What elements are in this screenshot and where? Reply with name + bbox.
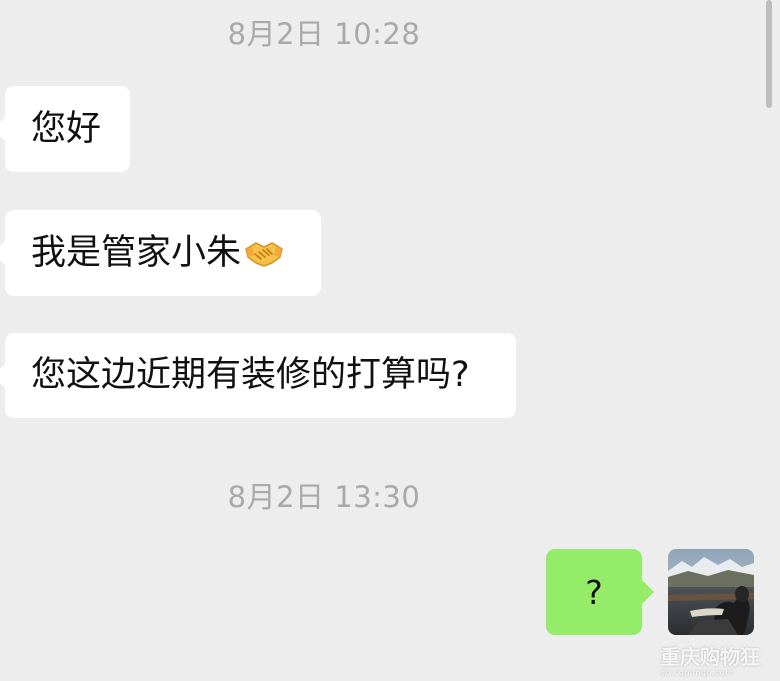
message-text: ? (585, 572, 603, 612)
message-text: 我是管家小朱 (31, 232, 242, 273)
incoming-message-bubble[interactable]: 我是管家小朱 (0, 210, 321, 296)
incoming-message-bubble[interactable]: 您好 (0, 86, 130, 172)
timestamp: 8月2日 10:28 (227, 17, 421, 51)
handshake-icon (244, 235, 284, 271)
scrollbar[interactable] (766, 0, 772, 108)
message-text: 您好 (31, 108, 102, 149)
outgoing-message-bubble[interactable]: ? (546, 549, 654, 635)
watermark: 重庆购物狂 go.cqmmgo.com (660, 646, 778, 677)
watermark-title: 重庆购物狂 (660, 645, 760, 669)
avatar[interactable] (668, 549, 754, 635)
incoming-message-bubble[interactable]: 您这边近期有装修的打算吗? (0, 333, 516, 418)
message-text: 您这边近期有装修的打算吗? (31, 355, 470, 395)
watermark-url: go.cqmmgo.com (660, 668, 734, 677)
timestamp: 8月2日 13:30 (227, 480, 421, 514)
